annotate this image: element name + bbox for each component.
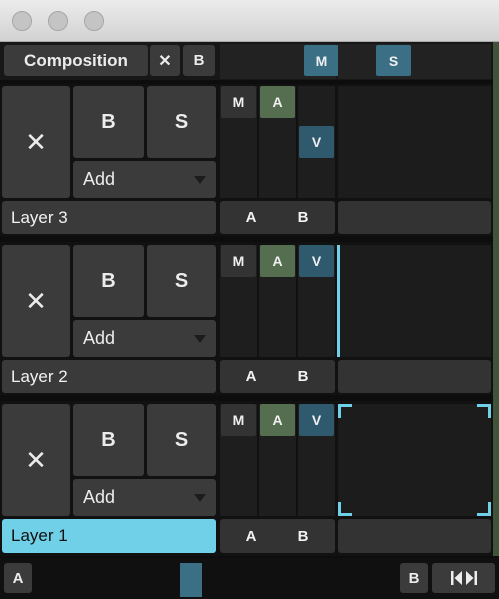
layer-2-playhead-marker xyxy=(337,245,340,357)
layer-1-name[interactable]: Layer 1 xyxy=(2,519,216,553)
layer-1-close-button[interactable]: ✕ xyxy=(2,404,70,516)
layer-1-clip-slot[interactable] xyxy=(338,404,491,516)
window-zoom-button[interactable] xyxy=(84,11,104,31)
layer-2-solo-button[interactable]: S xyxy=(147,245,216,317)
window-minimize-button[interactable] xyxy=(48,11,68,31)
selection-corner-br xyxy=(477,502,491,516)
transport-button[interactable] xyxy=(432,563,495,593)
right-edge-strip xyxy=(493,42,499,556)
layer-2-clip-footer xyxy=(338,360,491,393)
layer-3-name[interactable]: Layer 3 xyxy=(2,201,216,234)
crossfader-b-button[interactable]: B xyxy=(400,563,428,593)
layer-2-clip-slot[interactable] xyxy=(338,245,491,357)
crossfader-handle[interactable] xyxy=(180,563,202,597)
layer-2-video-button[interactable]: V xyxy=(299,245,334,277)
window-titlebar xyxy=(0,0,499,42)
crossfader-a-button[interactable]: A xyxy=(4,563,32,593)
layer-3-mute-button[interactable]: M xyxy=(221,86,256,118)
selection-corner-bl xyxy=(338,502,352,516)
layer-1-solo-button[interactable]: S xyxy=(147,404,216,476)
composition-deck-area xyxy=(338,44,491,79)
layer-1-mute-button[interactable]: M xyxy=(221,404,256,436)
layer-3-crossfade: A B xyxy=(220,201,335,234)
layer-3-blend-value: Add xyxy=(83,169,116,189)
layer-3-close-button[interactable]: ✕ xyxy=(2,86,70,198)
layer-3-clip-slot[interactable] xyxy=(338,86,491,198)
layer-2-name[interactable]: Layer 2 xyxy=(2,360,216,393)
layer-3-audio-button[interactable]: A xyxy=(260,86,295,118)
layer-2-crossfade: A B xyxy=(220,360,335,393)
layer-1-bypass-button[interactable]: B xyxy=(73,404,144,476)
crossfader-track[interactable] xyxy=(34,563,396,597)
layer-1-video-button[interactable]: V xyxy=(299,404,334,436)
layer-2-blend-value: Add xyxy=(83,328,116,348)
layer-2-blend-select[interactable]: Add xyxy=(73,320,216,357)
layer-1-blend-value: Add xyxy=(83,487,116,507)
chevron-down-icon xyxy=(194,334,206,343)
layer-2-crossfade-a-button[interactable]: A xyxy=(240,360,262,393)
layer-1-audio-button[interactable]: A xyxy=(260,404,295,436)
layer-2-bypass-button[interactable]: B xyxy=(73,245,144,317)
composition-solo-button[interactable]: S xyxy=(376,45,411,76)
layer-1-crossfade: A B xyxy=(220,519,335,553)
composition-close-button[interactable]: ✕ xyxy=(150,45,180,76)
layer-3-crossfade-a-button[interactable]: A xyxy=(240,201,262,234)
layer-1-blend-select[interactable]: Add xyxy=(73,479,216,516)
layer-2-mute-button[interactable]: M xyxy=(221,245,256,277)
selection-corner-tr xyxy=(477,404,491,418)
layer-3-clip-footer xyxy=(338,201,491,234)
chevron-down-icon xyxy=(194,493,206,502)
layer-1-crossfade-b-button[interactable]: B xyxy=(292,519,314,553)
chevron-down-icon xyxy=(194,175,206,184)
layer-3-solo-button[interactable]: S xyxy=(147,86,216,158)
composition-bypass-button[interactable]: B xyxy=(183,45,215,76)
layer-2-crossfade-b-button[interactable]: B xyxy=(292,360,314,393)
composition-label[interactable]: Composition xyxy=(4,45,148,76)
layer-2-close-button[interactable]: ✕ xyxy=(2,245,70,357)
layer-3-blend-select[interactable]: Add xyxy=(73,161,216,198)
layer-3-bypass-button[interactable]: B xyxy=(73,86,144,158)
composition-mute-button[interactable]: M xyxy=(304,45,339,76)
layer-1-crossfade-a-button[interactable]: A xyxy=(240,519,262,553)
skip-to-start-end-icon xyxy=(450,571,477,585)
layer-3-crossfade-b-button[interactable]: B xyxy=(292,201,314,234)
layer-1-clip-footer xyxy=(338,519,491,553)
window-close-button[interactable] xyxy=(12,11,32,31)
layer-2-audio-button[interactable]: A xyxy=(260,245,295,277)
selection-corner-tl xyxy=(338,404,352,418)
layer-3-video-button[interactable]: V xyxy=(299,126,334,158)
